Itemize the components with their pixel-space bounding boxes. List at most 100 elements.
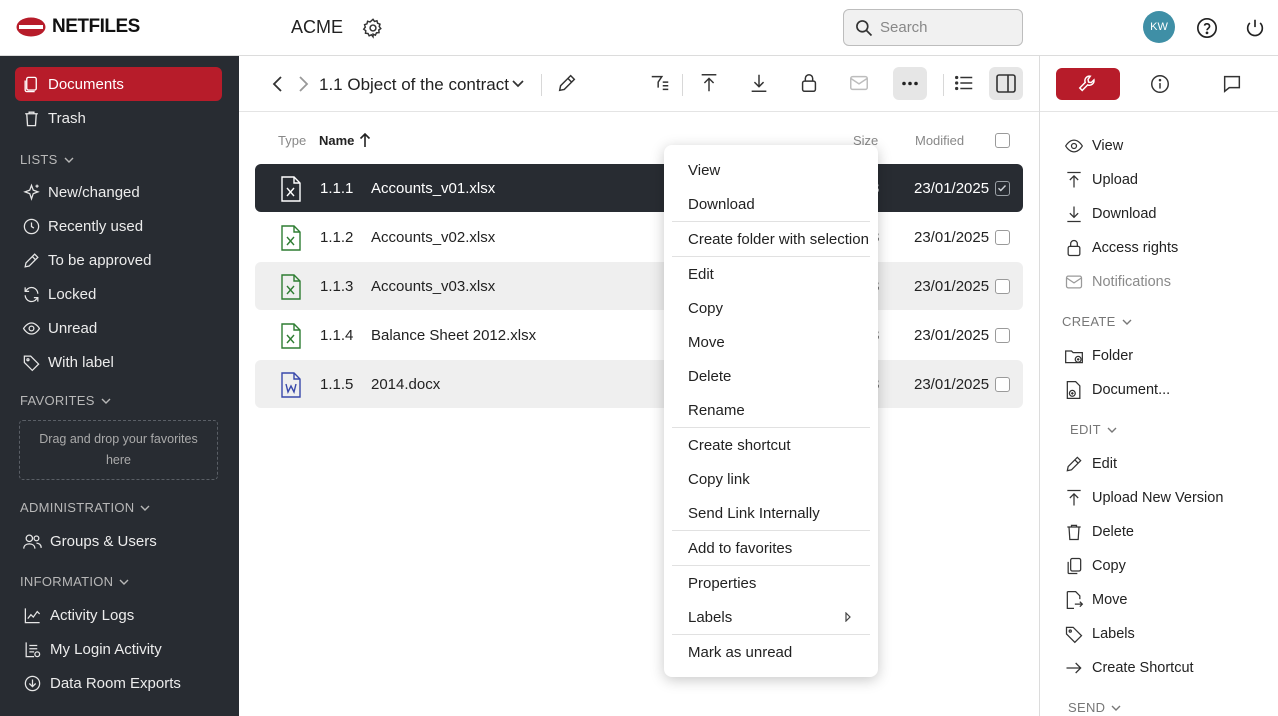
folder-dropdown-button[interactable] xyxy=(510,76,526,92)
panel-action-label: Move xyxy=(1092,592,1128,608)
file-name[interactable]: Accounts_v01.xlsx xyxy=(371,180,495,197)
sidebar-item-recently-used[interactable]: Recently used xyxy=(15,209,222,243)
row-checkbox[interactable] xyxy=(995,181,1010,196)
download-button[interactable] xyxy=(748,72,770,94)
panel-edit-edit[interactable]: Edit xyxy=(1064,454,1117,474)
context-menu-move[interactable]: Move xyxy=(688,334,725,351)
panel-edit-upload-new-version[interactable]: Upload New Version xyxy=(1064,488,1223,508)
logout-button[interactable] xyxy=(1244,17,1266,39)
table-row[interactable]: 1.1.5 2014.docx 3 23/01/2025 xyxy=(255,360,1023,408)
panel-edit-delete[interactable]: Delete xyxy=(1064,522,1134,542)
panel-action-access-rights[interactable]: Access rights xyxy=(1064,238,1178,258)
notifications-button[interactable] xyxy=(848,72,870,94)
file-name[interactable]: Balance Sheet 2012.xlsx xyxy=(371,327,536,344)
download-icon xyxy=(1067,206,1081,223)
edit-heading[interactable]: EDIT xyxy=(1070,422,1117,437)
sidebar-item-to-be-approved[interactable]: To be approved xyxy=(15,243,222,277)
file-name[interactable]: Accounts_v02.xlsx xyxy=(371,229,495,246)
file-number: 1.1.1 xyxy=(320,180,354,197)
list-view-button[interactable] xyxy=(953,72,975,94)
panel-edit-create-shortcut[interactable]: Create Shortcut xyxy=(1064,658,1194,678)
sidebar-item-activity-logs[interactable]: Activity Logs xyxy=(15,598,222,632)
panel-action-label: Notifications xyxy=(1092,274,1171,290)
column-header-name[interactable]: Name xyxy=(319,133,354,148)
tab-actions[interactable] xyxy=(1056,68,1120,100)
context-menu-send-link-internally[interactable]: Send Link Internally xyxy=(688,505,820,522)
context-menu-mark-as-unread[interactable]: Mark as unread xyxy=(688,644,792,661)
panel-edit-labels[interactable]: Labels xyxy=(1064,624,1135,644)
panel-create-folder[interactable]: Folder xyxy=(1064,346,1133,366)
context-menu-download[interactable]: Download xyxy=(688,196,755,213)
access-rights-button[interactable] xyxy=(798,72,820,94)
panel-edit-copy[interactable]: Copy xyxy=(1064,556,1126,576)
panel-create-document[interactable]: Document... xyxy=(1064,380,1170,400)
sidebar-item-groups-users[interactable]: Groups & Users xyxy=(15,524,222,558)
tab-info[interactable] xyxy=(1149,73,1171,95)
sidebar-item-my-login-activity[interactable]: My Login Activity xyxy=(15,632,222,666)
row-checkbox[interactable] xyxy=(995,377,1010,392)
row-checkbox[interactable] xyxy=(995,230,1010,245)
context-menu-create-shortcut[interactable]: Create shortcut xyxy=(688,437,791,454)
context-menu-create-folder-with-selection[interactable]: Create folder with selection xyxy=(688,231,869,248)
search-input[interactable] xyxy=(880,19,1010,36)
toolbar-divider xyxy=(943,74,944,96)
panel-action-download[interactable]: Download xyxy=(1064,204,1157,224)
select-all-checkbox[interactable] xyxy=(995,133,1010,148)
more-actions-button[interactable] xyxy=(893,67,927,100)
context-menu-labels[interactable]: Labels xyxy=(688,609,732,626)
table-row[interactable]: 1.1.2 Accounts_v02.xlsx 3 23/01/2025 xyxy=(255,213,1023,261)
favorites-heading[interactable]: FAVORITES xyxy=(20,393,111,408)
context-menu-copy-link[interactable]: Copy link xyxy=(688,471,750,488)
lists-heading[interactable]: LISTS xyxy=(20,152,74,167)
forward-button[interactable] xyxy=(295,72,311,96)
column-header-type[interactable]: Type xyxy=(278,133,306,148)
sidebar-item-unread[interactable]: Unread xyxy=(15,311,222,345)
context-menu-edit[interactable]: Edit xyxy=(688,266,714,283)
context-menu-properties[interactable]: Properties xyxy=(688,575,756,592)
user-avatar[interactable]: KW xyxy=(1143,11,1175,43)
panel-edit-move[interactable]: Move xyxy=(1064,590,1127,610)
file-name[interactable]: 2014.docx xyxy=(371,376,440,393)
folder-title[interactable]: 1.1 Object of the contract xyxy=(319,75,509,95)
rename-folder-button[interactable] xyxy=(556,72,578,94)
mail-icon xyxy=(1065,275,1083,289)
panel-action-notifications[interactable]: Notifications xyxy=(1064,272,1171,292)
panel-action-view[interactable]: View xyxy=(1064,136,1123,156)
create-heading[interactable]: CREATE xyxy=(1062,314,1132,329)
toggle-side-panel-button[interactable] xyxy=(989,67,1023,100)
gear-icon xyxy=(362,18,382,39)
netfiles-logo[interactable]: NETFILES xyxy=(16,16,140,38)
upload-icon xyxy=(1067,171,1081,188)
favorites-drop-zone[interactable]: Drag and drop your favorites here xyxy=(19,420,218,480)
panel-action-label: Upload New Version xyxy=(1092,490,1224,506)
context-menu-add-to-favorites[interactable]: Add to favorites xyxy=(688,540,792,557)
table-row[interactable]: 1.1.3 Accounts_v03.xlsx 3 23/01/2025 xyxy=(255,262,1023,310)
filter-button[interactable] xyxy=(649,72,671,94)
help-button[interactable] xyxy=(1196,17,1218,39)
table-row[interactable]: 1.1.1 Accounts_v01.xlsx 3 23/01/2025 xyxy=(255,164,1023,212)
search-box[interactable] xyxy=(843,9,1023,46)
workspace-settings-button[interactable] xyxy=(362,17,384,39)
context-menu-copy[interactable]: Copy xyxy=(688,300,723,317)
administration-heading[interactable]: ADMINISTRATION xyxy=(20,500,150,515)
sidebar-item-trash[interactable]: Trash xyxy=(15,101,222,135)
context-menu-view[interactable]: View xyxy=(688,162,720,179)
file-name[interactable]: Accounts_v03.xlsx xyxy=(371,278,495,295)
column-header-modified[interactable]: Modified xyxy=(915,133,964,148)
row-checkbox[interactable] xyxy=(995,328,1010,343)
information-heading[interactable]: INFORMATION xyxy=(20,574,129,589)
send-heading[interactable]: SEND xyxy=(1068,700,1121,715)
sidebar-item-with-label[interactable]: With label xyxy=(15,345,222,379)
tab-comments[interactable] xyxy=(1221,73,1243,95)
panel-action-upload[interactable]: Upload xyxy=(1064,170,1138,190)
upload-button[interactable] xyxy=(698,72,720,94)
context-menu-delete[interactable]: Delete xyxy=(688,368,731,385)
context-menu-rename[interactable]: Rename xyxy=(688,402,745,419)
row-checkbox[interactable] xyxy=(995,279,1010,294)
table-row[interactable]: 1.1.4 Balance Sheet 2012.xlsx 3 23/01/20… xyxy=(255,311,1023,359)
sidebar-item-new-changed[interactable]: New/changed xyxy=(15,175,222,209)
sidebar-item-locked[interactable]: Locked xyxy=(15,277,222,311)
back-button[interactable] xyxy=(270,72,286,96)
sidebar-item-documents[interactable]: Documents xyxy=(15,67,222,101)
sidebar-item-data-room-exports[interactable]: Data Room Exports xyxy=(15,666,222,700)
